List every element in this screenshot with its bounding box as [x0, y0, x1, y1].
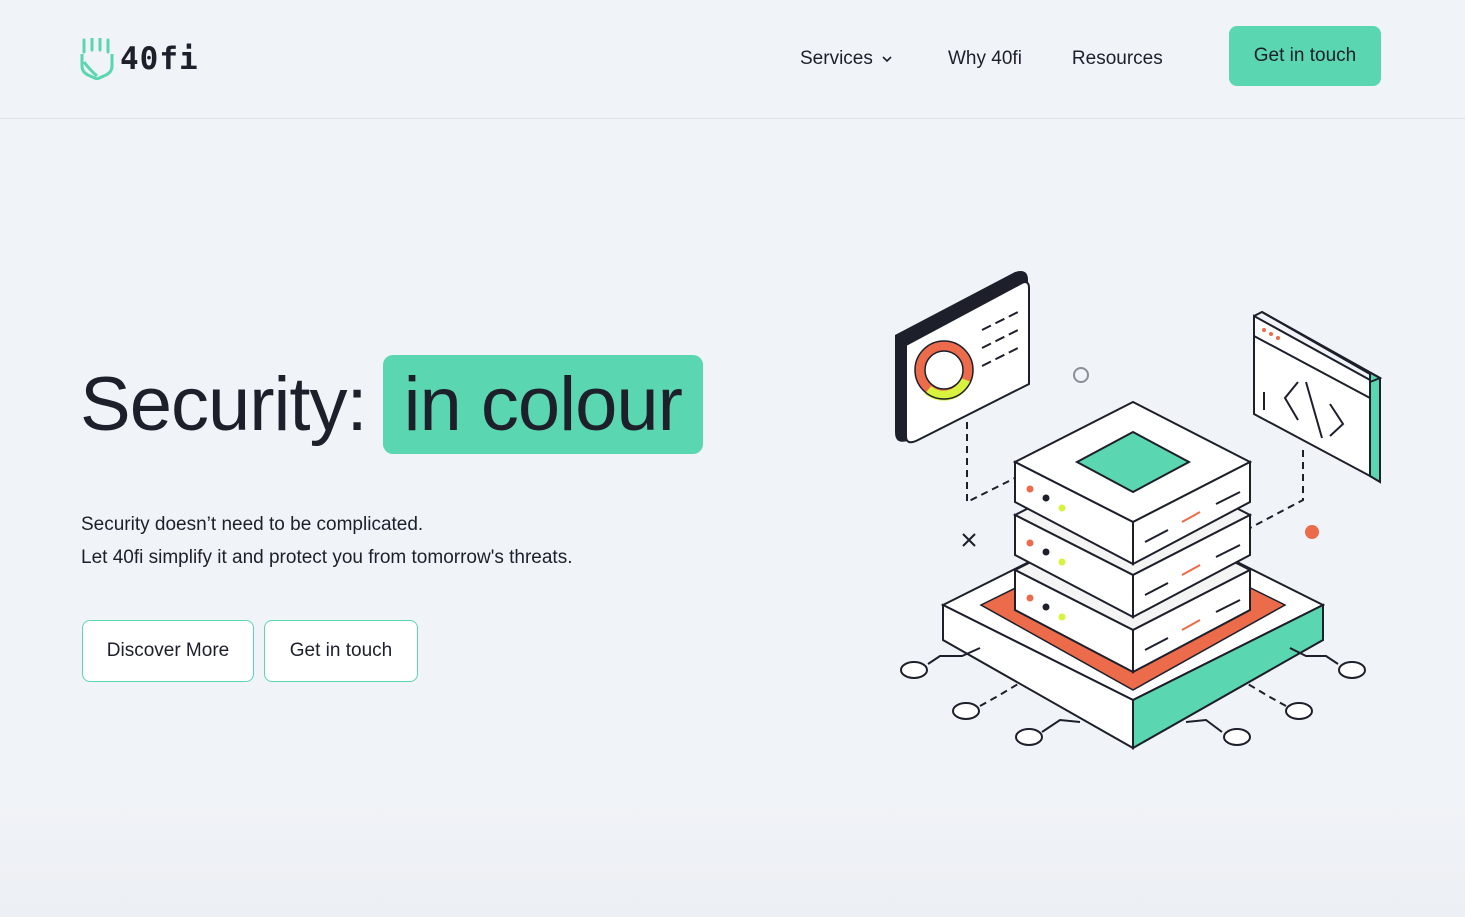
main-nav: Services Why 40fi Resources: [800, 45, 1163, 73]
hero-title: Security: in colour: [80, 354, 703, 454]
hero-subtitle: Security doesn’t need to be complicated.…: [81, 508, 573, 574]
server-stack-illustration: [895, 271, 1383, 750]
get-in-touch-button[interactable]: Get in touch: [264, 620, 418, 682]
brand-logo[interactable]: 40fi: [80, 38, 199, 80]
discover-more-button[interactable]: Discover More: [82, 620, 254, 682]
nav-label: Services: [800, 48, 873, 69]
nav-item-why-40fi[interactable]: Why 40fi: [948, 45, 1022, 73]
chevron-down-icon: [881, 55, 893, 63]
chart-window-icon: [895, 271, 1030, 444]
shield-hand-icon: [80, 38, 114, 80]
close-x-icon: [962, 533, 976, 547]
logo-text: 40fi: [120, 41, 199, 77]
header-get-in-touch-button[interactable]: Get in touch: [1229, 26, 1381, 86]
hero-subtitle-line: Let 40fi simplify it and protect you fro…: [81, 547, 573, 568]
site-header: 40fi Services Why 40fi Resources Get in …: [0, 0, 1465, 119]
hero-title-highlight: in colour: [382, 354, 703, 454]
landing-page: 40fi Services Why 40fi Resources Get in …: [0, 0, 1465, 917]
ring-dot-icon: [1073, 367, 1089, 383]
nav-item-services[interactable]: Services: [800, 45, 900, 73]
hero-subtitle-line: Security doesn’t need to be complicated.: [81, 514, 424, 535]
nav-label: Why 40fi: [948, 48, 1022, 69]
code-window-icon: [1253, 310, 1383, 484]
section-divider-fade: [0, 800, 1465, 917]
orange-dot-icon: [1305, 525, 1319, 539]
nav-label: Resources: [1071, 48, 1163, 69]
hero-title-plain: Security:: [80, 361, 368, 447]
nav-item-resources[interactable]: Resources: [1072, 45, 1163, 73]
